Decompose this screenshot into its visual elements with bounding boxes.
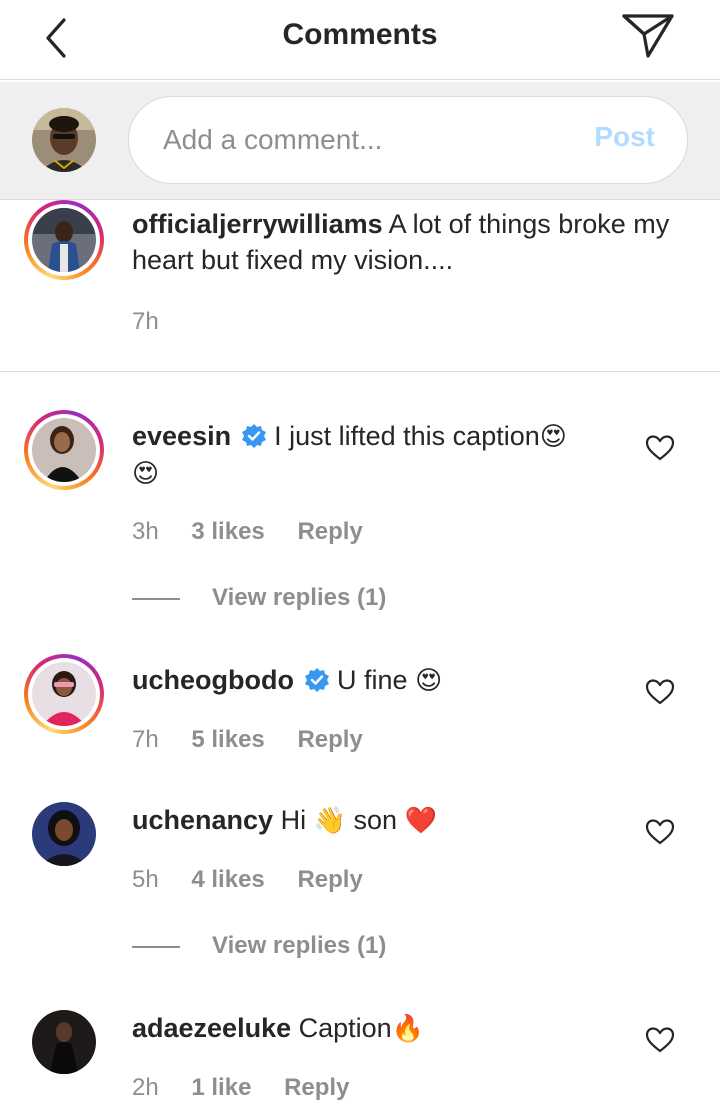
view-replies-label: View replies (1) <box>212 584 387 611</box>
heart-eyes-emoji: 😍 <box>539 422 567 452</box>
waving-hand-emoji: 👋 <box>313 806 346 836</box>
comment-composer: Post <box>0 82 720 200</box>
heart-outline-icon <box>645 1027 675 1053</box>
comment-meta: 5h 4 likes Reply <box>132 866 389 894</box>
heart-eyes-emoji: 😍 <box>415 666 443 696</box>
likes-count[interactable]: 3 likes <box>191 518 264 545</box>
avatar[interactable] <box>24 410 104 490</box>
heart-outline-icon <box>645 435 675 461</box>
timestamp: 2h <box>132 1074 159 1101</box>
paper-plane-icon <box>622 14 674 58</box>
verified-badge-icon <box>304 668 329 692</box>
comment-body-continued: son <box>353 805 398 835</box>
avatar[interactable] <box>24 654 104 734</box>
likes-count[interactable]: 4 likes <box>191 866 264 893</box>
comment-meta: 2h 1 like Reply <box>132 1074 375 1102</box>
divider <box>132 946 180 948</box>
page-title: Comments <box>282 18 438 51</box>
caption-meta: 7h <box>132 308 185 336</box>
avatar <box>32 108 96 172</box>
comment-username[interactable]: uchenancy <box>132 805 273 835</box>
like-button[interactable] <box>645 818 675 846</box>
like-button[interactable] <box>645 434 675 462</box>
red-heart-emoji: ❤️ <box>404 806 437 836</box>
comment-text: ucheogbodo U fine 😍 <box>132 662 602 699</box>
fire-emoji: 🔥 <box>391 1014 425 1044</box>
reply-button[interactable]: Reply <box>297 726 362 753</box>
timestamp: 7h <box>132 308 159 335</box>
comment-meta: 7h 5 likes Reply <box>132 726 389 754</box>
view-replies-label: View replies (1) <box>212 932 387 959</box>
avatar[interactable] <box>24 200 104 280</box>
comment-input[interactable] <box>161 97 585 183</box>
timestamp: 7h <box>132 726 159 753</box>
view-replies-button[interactable]: View replies (1) <box>132 584 432 614</box>
divider <box>132 598 180 600</box>
reply-button[interactable]: Reply <box>284 1074 349 1101</box>
comment-username[interactable]: ucheogbodo <box>132 665 294 695</box>
reply-button[interactable]: Reply <box>297 518 362 545</box>
caption: officialjerrywilliams A lot of things br… <box>0 200 720 372</box>
view-replies-button[interactable]: View replies (1) <box>132 932 432 962</box>
comment-text: uchenancy Hi 👋 son ❤️ <box>132 802 602 839</box>
heart-eyes-emoji: 😍 <box>132 459 160 489</box>
caption-username[interactable]: officialjerrywilliams <box>132 209 383 239</box>
likes-count[interactable]: 1 like <box>191 1074 251 1101</box>
heart-outline-icon <box>645 819 675 845</box>
caption-text: officialjerrywilliams A lot of things br… <box>132 206 672 278</box>
post-button[interactable]: Post <box>594 121 655 153</box>
timestamp: 5h <box>132 866 159 893</box>
like-button[interactable] <box>645 678 675 706</box>
comment-field[interactable]: Post <box>128 96 688 184</box>
timestamp: 3h <box>132 518 159 545</box>
avatar[interactable] <box>32 1010 96 1074</box>
comment-body: I just lifted this caption <box>274 421 540 451</box>
likes-count[interactable]: 5 likes <box>191 726 264 753</box>
comment-body: U fine <box>337 665 408 695</box>
comment-username[interactable]: eveesin <box>132 421 231 451</box>
heart-outline-icon <box>645 679 675 705</box>
comment-username[interactable]: adaezeeluke <box>132 1013 291 1043</box>
comment-text: eveesin I just lifted this caption😍 😍 <box>132 418 602 492</box>
comment-text: adaezeeluke Caption🔥 <box>132 1010 602 1047</box>
reply-button[interactable]: Reply <box>297 866 362 893</box>
comment-body: Hi <box>280 805 307 835</box>
top-bar: Comments <box>0 0 720 80</box>
comment-body: Caption <box>298 1013 392 1043</box>
verified-badge-icon <box>241 424 266 448</box>
avatar[interactable] <box>32 802 96 866</box>
like-button[interactable] <box>645 1026 675 1054</box>
share-button[interactable] <box>620 10 676 62</box>
comment-meta: 3h 3 likes Reply <box>132 518 389 546</box>
